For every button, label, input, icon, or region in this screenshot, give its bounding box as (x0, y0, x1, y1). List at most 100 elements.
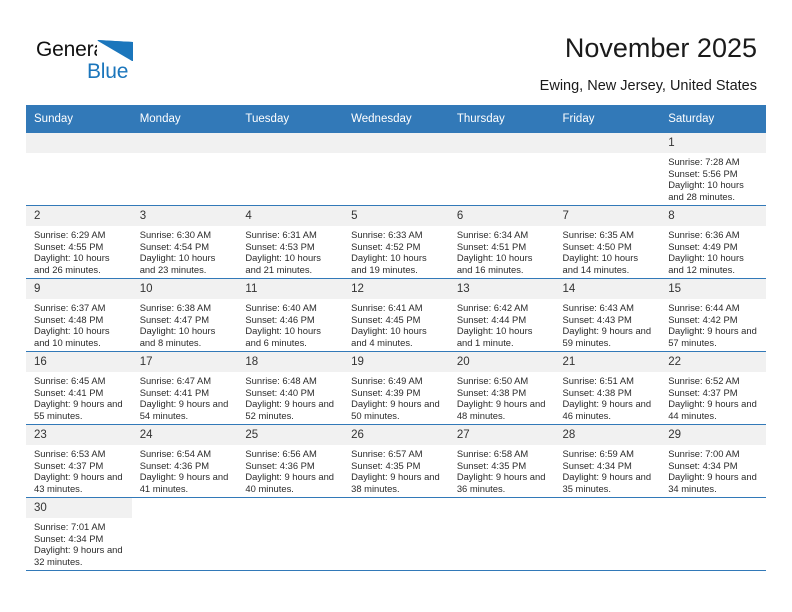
daylight-text: Daylight: 10 hours and 14 minutes. (562, 252, 639, 275)
daylight-text: Daylight: 9 hours and 57 minutes. (668, 325, 757, 348)
calendar-day-cell[interactable]: 18 Sunrise: 6:48 AM Sunset: 4:40 PM Dayligh… (237, 351, 344, 425)
day-number: 8 (660, 206, 766, 226)
sunset-text: Sunset: 4:47 PM (139, 313, 210, 325)
day-details: Sunrise: 6:58 AM Sunset: 4:35 PM Daylight:… (449, 445, 555, 494)
sunrise-text: Sunrise: 6:58 AM (456, 448, 529, 459)
day-number: 20 (448, 352, 555, 372)
calendar-header-row: Sunday Monday Tuesday Wednesday Thursday… (26, 105, 766, 133)
daylight-text: Daylight: 9 hours and 54 minutes. (139, 398, 229, 421)
calendar-day-cell[interactable]: 9 Sunrise: 6:37 AM Sunset: 4:48 PM Daylight… (26, 278, 132, 352)
calendar-day-cell[interactable]: 13 Sunrise: 6:42 AM Sunset: 4:44 PM Dayligh… (448, 278, 555, 352)
weekday-header-thursday: Thursday (448, 105, 555, 133)
calendar-day-cell[interactable]: 19 Sunrise: 6:49 AM Sunset: 4:39 PM Dayligh… (343, 351, 449, 425)
calendar-day-cell-empty (554, 497, 661, 571)
day-details: Sunrise: 6:45 AM Sunset: 4:41 PM Daylight:… (26, 372, 132, 421)
sunrise-text: Sunrise: 6:53 AM (34, 448, 106, 459)
calendar-day-cell[interactable]: 7 Sunrise: 6:35 AM Sunset: 4:50 PM Daylight… (554, 205, 661, 279)
calendar-day-cell[interactable]: 4 Sunrise: 6:31 AM Sunset: 4:53 PM Daylight… (237, 205, 344, 279)
calendar-day-cell[interactable]: 21 Sunrise: 6:51 AM Sunset: 4:38 PM Dayligh… (554, 351, 661, 425)
calendar-day-cell[interactable]: 15 Sunrise: 6:44 AM Sunset: 4:42 PM Dayligh… (660, 278, 766, 352)
calendar-day-cell[interactable]: 30 Sunrise: 7:01 AM Sunset: 4:34 PM Dayligh… (26, 497, 132, 571)
calendar-day-cell[interactable]: 16 Sunrise: 6:45 AM Sunset: 4:41 PM Dayligh… (26, 351, 132, 425)
calendar-day-cell[interactable]: 20 Sunrise: 6:50 AM Sunset: 4:38 PM Dayligh… (448, 351, 555, 425)
calendar-day-cell-empty (448, 133, 555, 206)
calendar-day-cell[interactable]: 3 Sunrise: 6:30 AM Sunset: 4:54 PM Daylight… (131, 205, 238, 279)
calendar-day-cell[interactable]: 17 Sunrise: 6:47 AM Sunset: 4:41 PM Dayligh… (131, 351, 238, 425)
calendar-day-cell[interactable]: 8 Sunrise: 6:36 AM Sunset: 4:49 PM Daylight… (660, 205, 766, 279)
daylight-text: Daylight: 10 hours and 10 minutes. (34, 325, 110, 348)
calendar-day-cell[interactable]: 12 Sunrise: 6:41 AM Sunset: 4:45 PM Dayligh… (343, 278, 449, 352)
calendar-day-cell[interactable]: 6 Sunrise: 6:34 AM Sunset: 4:51 PM Daylight… (448, 205, 555, 279)
sunset-text: Sunset: 4:41 PM (34, 386, 104, 398)
day-number: 27 (448, 425, 555, 445)
calendar-day-cell[interactable]: 5 Sunrise: 6:33 AM Sunset: 4:52 PM Daylight… (343, 205, 449, 279)
calendar-day-cell[interactable]: 22 Sunrise: 6:52 AM Sunset: 4:37 PM Dayligh… (660, 351, 766, 425)
day-details: Sunrise: 6:52 AM Sunset: 4:37 PM Daylight:… (660, 372, 766, 421)
sunrise-text: Sunrise: 6:44 AM (668, 302, 740, 313)
weekday-header-tuesday: Tuesday (237, 105, 344, 133)
daylight-text: Daylight: 9 hours and 48 minutes. (456, 398, 546, 421)
weekday-header-monday: Monday (131, 105, 238, 133)
day-number: 11 (237, 279, 344, 299)
day-number: 6 (448, 206, 555, 226)
day-details: Sunrise: 6:42 AM Sunset: 4:44 PM Daylight:… (449, 299, 555, 348)
calendar-day-cell[interactable]: 27 Sunrise: 6:58 AM Sunset: 4:35 PM Dayligh… (448, 424, 555, 498)
sunrise-text: Sunrise: 6:37 AM (34, 302, 106, 313)
sunrise-text: Sunrise: 6:43 AM (562, 302, 634, 313)
calendar-day-cell[interactable]: 23 Sunrise: 6:53 AM Sunset: 4:37 PM Dayligh… (26, 424, 132, 498)
day-details: Sunrise: 6:47 AM Sunset: 4:41 PM Daylight:… (132, 372, 238, 421)
day-number: 21 (554, 352, 661, 372)
day-details: Sunrise: 6:44 AM Sunset: 4:42 PM Daylight:… (660, 299, 766, 348)
calendar-day-cell[interactable]: 11 Sunrise: 6:40 AM Sunset: 4:46 PM Dayligh… (237, 278, 344, 352)
sunrise-text: Sunrise: 6:33 AM (351, 229, 423, 240)
day-details: Sunrise: 6:43 AM Sunset: 4:43 PM Daylight:… (555, 299, 661, 348)
calendar-day-cell[interactable]: 29 Sunrise: 7:00 AM Sunset: 4:34 PM Dayligh… (660, 424, 766, 498)
sunset-text: Sunset: 4:43 PM (562, 313, 632, 325)
day-number (554, 133, 661, 153)
daylight-text: Daylight: 9 hours and 35 minutes. (562, 471, 652, 494)
day-number: 17 (131, 352, 238, 372)
sunrise-sunset-calendar: Sunday Monday Tuesday Wednesday Thursday… (26, 105, 766, 571)
calendar-day-cell[interactable]: 1 Sunrise: 7:28 AM Sunset: 5:56 PM Daylight… (660, 133, 766, 206)
calendar-day-cell[interactable]: 10 Sunrise: 6:38 AM Sunset: 4:47 PM Dayligh… (131, 278, 238, 352)
sunrise-text: Sunrise: 6:42 AM (456, 302, 529, 313)
calendar-day-cell-empty (237, 133, 344, 206)
calendar-day-cell-empty (554, 133, 661, 206)
location-subtitle: Ewing, New Jersey, United States (539, 78, 757, 94)
calendar-day-cell[interactable]: 2 Sunrise: 6:29 AM Sunset: 4:55 PM Daylight… (26, 205, 132, 279)
calendar-page: General Blue November 2025 Ewing, New Je… (0, 0, 792, 612)
day-number: 12 (343, 279, 449, 299)
calendar-day-cell[interactable]: 25 Sunrise: 6:56 AM Sunset: 4:36 PM Dayligh… (237, 424, 344, 498)
day-details: Sunrise: 7:00 AM Sunset: 4:34 PM Daylight:… (660, 445, 766, 494)
sunset-text: Sunset: 4:37 PM (668, 386, 738, 398)
daylight-text: Daylight: 10 hours and 23 minutes. (139, 252, 216, 275)
calendar-day-cell[interactable]: 14 Sunrise: 6:43 AM Sunset: 4:43 PM Dayligh… (554, 278, 661, 352)
day-details: Sunrise: 6:48 AM Sunset: 4:40 PM Daylight:… (237, 372, 343, 421)
sunrise-text: Sunrise: 6:34 AM (456, 229, 529, 240)
brand-name-blue: Blue (87, 60, 129, 83)
day-details: Sunrise: 6:36 AM Sunset: 4:49 PM Daylight:… (660, 226, 766, 275)
day-number: 3 (131, 206, 238, 226)
day-number (343, 133, 449, 153)
sunset-text: Sunset: 4:38 PM (562, 386, 632, 398)
sunset-text: Sunset: 4:49 PM (668, 240, 738, 252)
day-number: 23 (26, 425, 132, 445)
daylight-text: Daylight: 9 hours and 52 minutes. (245, 398, 335, 421)
calendar-day-cell[interactable]: 26 Sunrise: 6:57 AM Sunset: 4:35 PM Dayligh… (343, 424, 449, 498)
sunrise-text: Sunrise: 6:49 AM (351, 375, 423, 386)
sunset-text: Sunset: 4:40 PM (245, 386, 315, 398)
calendar-day-cell-empty (237, 497, 344, 571)
day-details: Sunrise: 6:56 AM Sunset: 4:36 PM Daylight:… (237, 445, 343, 494)
daylight-text: Daylight: 9 hours and 36 minutes. (456, 471, 546, 494)
sunset-text: Sunset: 4:46 PM (245, 313, 315, 325)
daylight-text: Daylight: 9 hours and 40 minutes. (245, 471, 335, 494)
sunset-text: Sunset: 4:35 PM (351, 459, 421, 471)
sunset-text: Sunset: 4:48 PM (34, 313, 104, 325)
day-details: Sunrise: 6:41 AM Sunset: 4:45 PM Daylight:… (343, 299, 449, 348)
calendar-day-cell[interactable]: 24 Sunrise: 6:54 AM Sunset: 4:36 PM Dayligh… (131, 424, 238, 498)
calendar-week-row: 2 Sunrise: 6:29 AM Sunset: 4:55 PM Daylight… (26, 205, 766, 279)
calendar-day-cell[interactable]: 28 Sunrise: 6:59 AM Sunset: 4:34 PM Dayligh… (554, 424, 661, 498)
sunrise-text: Sunrise: 7:28 AM (668, 156, 740, 167)
day-details: Sunrise: 6:38 AM Sunset: 4:47 PM Daylight:… (132, 299, 238, 348)
sunrise-text: Sunrise: 6:50 AM (456, 375, 529, 386)
